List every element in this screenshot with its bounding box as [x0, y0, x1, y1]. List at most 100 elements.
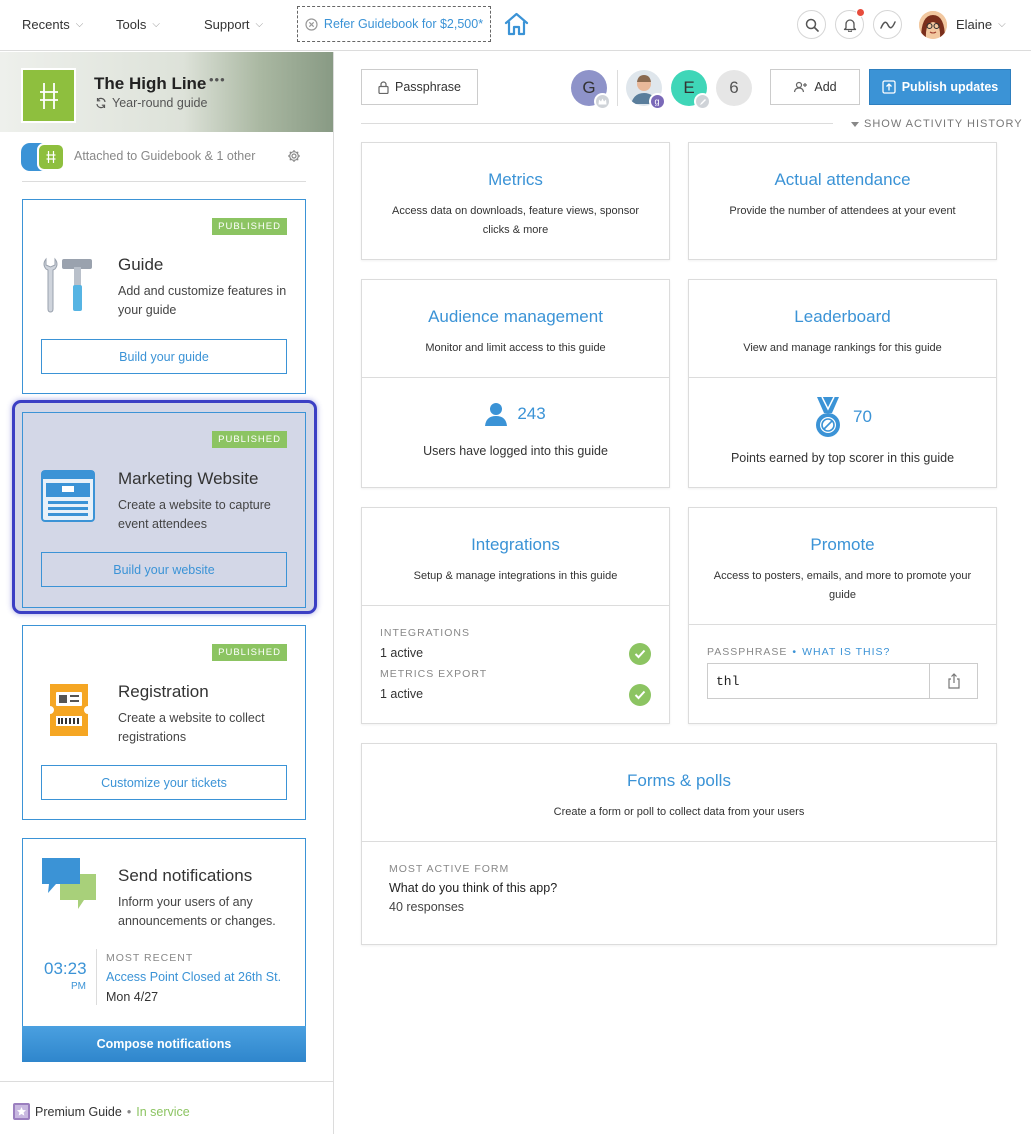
panel-description: Monitor and limit access to this guide [425, 342, 606, 354]
notifications-card: Send notifications Inform your users of … [22, 838, 306, 1062]
user-menu[interactable]: Elaine ⌵ [956, 17, 1006, 32]
panel-title: Actual attendance [774, 170, 911, 189]
pencil-icon [694, 93, 711, 110]
publish-updates-button[interactable]: Publish updates [869, 69, 1011, 105]
guide-logo[interactable] [21, 68, 76, 123]
avatar-initial: E [683, 78, 695, 97]
compose-notifications-button[interactable]: Compose notifications [22, 1026, 306, 1062]
recents-menu[interactable]: Recents ⌵ [22, 17, 83, 32]
tools-menu[interactable]: Tools ⌵ [116, 17, 160, 32]
plan-status-text: In service [136, 1104, 190, 1119]
home-icon[interactable] [503, 11, 530, 37]
form-responses: 40 responses [389, 900, 465, 914]
attendance-panel[interactable]: Actual attendance Provide the number of … [688, 142, 997, 260]
passphrase-label: PASSPHRASE [707, 646, 788, 658]
what-is-this-link[interactable]: WHAT IS THIS? [802, 646, 890, 658]
recent-notification-link[interactable]: Access Point Closed at 26th St. [106, 970, 281, 984]
support-label: Support [204, 17, 250, 32]
notifications-button[interactable] [835, 8, 865, 39]
add-label: Add [814, 80, 837, 94]
collaborator-avatar[interactable]: E [671, 70, 711, 110]
plan-status: Premium Guide • In service [13, 1103, 190, 1120]
panel-description: Provide the number of attendees at your … [729, 205, 956, 217]
chevron-down-icon: ⌵ [152, 19, 160, 30]
search-icon [805, 18, 819, 32]
chat-bubbles-icon [40, 856, 98, 912]
leaderboard-panel[interactable]: Leaderboard View and manage rankings for… [688, 279, 997, 488]
panel-title: Forms & polls [627, 771, 731, 790]
panel-title: Integrations [471, 535, 560, 554]
passphrase-button[interactable]: Passphrase [361, 69, 478, 105]
collaborator-avatar[interactable]: G [571, 70, 611, 110]
activity-button[interactable] [873, 10, 902, 39]
audience-stat: 243 [362, 402, 669, 426]
card-title: Send notifications [118, 866, 253, 885]
leaderboard-stat-label: Points earned by top scorer in this guid… [730, 451, 955, 465]
audience-panel[interactable]: Audience management Monitor and limit ac… [361, 279, 670, 488]
share-button[interactable] [929, 664, 977, 698]
website-icon [41, 469, 95, 523]
passphrase-separator: • [792, 646, 798, 658]
attached-text: Attached to Guidebook & 1 other [74, 149, 256, 163]
build-website-button[interactable]: Build your website [41, 552, 287, 587]
panel-description: Setup & manage integrations in this guid… [413, 570, 618, 582]
collaborator-avatar[interactable]: g [626, 70, 666, 110]
promote-panel[interactable]: Promote Access to posters, emails, and m… [688, 507, 997, 724]
panel-title: Leaderboard [794, 307, 891, 326]
audience-count: 243 [517, 404, 546, 423]
card-description: Create a website to capture event attend… [118, 498, 271, 531]
more-collaborators-count[interactable]: 6 [716, 70, 752, 106]
status-badge: PUBLISHED [212, 218, 287, 235]
plan-name: Premium Guide [35, 1104, 122, 1119]
show-activity-history[interactable]: SHOW ACTIVITY HISTORY [851, 118, 1023, 130]
check-icon [629, 684, 651, 706]
card-title: Marketing Website [118, 469, 259, 488]
divider [22, 181, 306, 182]
caret-down-icon [851, 121, 859, 127]
recent-date: Mon 4/27 [106, 990, 159, 1004]
avatar[interactable] [919, 11, 947, 39]
close-circle-icon[interactable] [305, 17, 318, 31]
status-badge: PUBLISHED [212, 644, 287, 661]
divider [362, 841, 996, 842]
refer-button[interactable]: Refer Guidebook for $2,500* [297, 6, 491, 42]
guide-header: The High Line ••• Year-round guide [0, 52, 333, 132]
integrations-panel[interactable]: Integrations Setup & manage integrations… [361, 507, 670, 724]
panel-description: Access data on downloads, feature views,… [391, 205, 640, 236]
refer-label: Refer Guidebook for $2,500* [323, 17, 484, 31]
divider [362, 377, 669, 378]
upload-icon [882, 80, 896, 94]
card-description: Create a website to collect registration… [118, 711, 265, 744]
form-question: What do you think of this app? [389, 881, 558, 895]
panel-description: Access to posters, emails, and more to p… [713, 570, 972, 601]
panel-title: Audience management [428, 307, 603, 326]
status-badge: PUBLISHED [212, 431, 287, 448]
top-bar: Recents ⌵ Tools ⌵ Support ⌵ Refer Guideb… [0, 0, 1031, 51]
divider [362, 605, 669, 606]
panel-title: Promote [810, 535, 875, 554]
card-description: Inform your users of any announcements o… [118, 895, 276, 928]
website-card[interactable]: PUBLISHED Marketing Website Create a web… [22, 412, 306, 608]
guide-card: PUBLISHED Guide Add and customize featur… [22, 199, 306, 394]
guide-subtitle: Year-round guide [112, 96, 208, 110]
sync-icon [95, 97, 107, 109]
publish-label: Publish updates [901, 80, 999, 94]
registration-card: PUBLISHED Registration Create a website … [22, 625, 306, 820]
search-button[interactable] [797, 10, 826, 39]
passphrase-field[interactable]: thl [708, 664, 929, 698]
most-active-form-label: MOST ACTIVE FORM [389, 863, 510, 875]
integrations-label: INTEGRATIONS [380, 627, 470, 639]
recent-label: MOST RECENT [106, 952, 194, 964]
build-guide-button[interactable]: Build your guide [41, 339, 287, 374]
more-options-icon[interactable]: ••• [209, 72, 226, 87]
forms-polls-panel[interactable]: Forms & polls Create a form or poll to c… [361, 743, 997, 945]
metrics-panel[interactable]: Metrics Access data on downloads, featur… [361, 142, 670, 260]
divider [689, 377, 996, 378]
gear-icon[interactable] [287, 149, 301, 163]
support-menu[interactable]: Support ⌵ [204, 17, 263, 32]
recents-label: Recents [22, 17, 70, 32]
customize-tickets-button[interactable]: Customize your tickets [41, 765, 287, 800]
pulse-icon [879, 20, 896, 30]
activity-label: SHOW ACTIVITY HISTORY [864, 118, 1023, 130]
add-collaborator-button[interactable]: Add [770, 69, 860, 105]
